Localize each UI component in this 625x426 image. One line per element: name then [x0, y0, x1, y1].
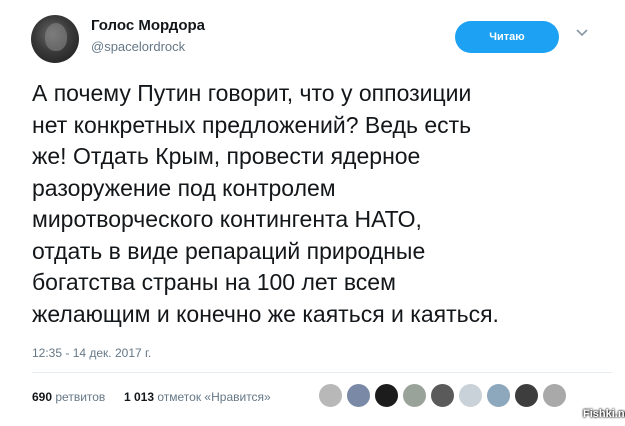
- tweet-line: миротворческого контингента НАТО,: [32, 206, 422, 232]
- following-button[interactable]: Читаю: [455, 21, 559, 53]
- liker-avatar[interactable]: [318, 383, 343, 408]
- tweet-line: нет конкретных предложений? Ведь есть: [32, 111, 472, 138]
- likes-count[interactable]: 1 013: [124, 390, 154, 404]
- likes-label[interactable]: отметок «Нравится»: [157, 390, 270, 404]
- tweet-line: отдать в виде репараций природные: [32, 237, 426, 264]
- liker-avatar[interactable]: [346, 383, 371, 408]
- retweets-count[interactable]: 690: [32, 390, 52, 404]
- tweet-line: богатства страны на 100 лет всем: [32, 269, 396, 295]
- liker-avatars: [318, 383, 570, 408]
- liker-avatar[interactable]: [542, 383, 567, 408]
- tweet-timestamp[interactable]: 12:35 - 14 дек. 2017 г.: [32, 346, 151, 360]
- divider: [32, 372, 612, 373]
- liker-avatar[interactable]: [486, 383, 511, 408]
- tweet-line: желающим и конечно же каяться и каяться.: [32, 300, 499, 327]
- liker-avatar[interactable]: [430, 383, 455, 408]
- liker-avatar[interactable]: [374, 383, 399, 408]
- chevron-down-icon[interactable]: [575, 26, 589, 40]
- tweet-line: А почему Путин говорит, что у оппозиции: [32, 80, 472, 106]
- retweets-label[interactable]: ретвитов: [55, 390, 105, 404]
- tweet-line: же! Отдать Крым, провести ядерное: [32, 143, 421, 169]
- author-avatar[interactable]: [31, 15, 79, 63]
- watermark-logo: Fishki.net: [583, 408, 625, 420]
- liker-avatar[interactable]: [514, 383, 539, 408]
- liker-avatar[interactable]: [458, 383, 483, 408]
- author-handle[interactable]: @spacelordrock: [91, 39, 185, 54]
- author-display-name[interactable]: Голос Мордора: [91, 17, 205, 34]
- tweet-text: А почему Путин говорит, что у оппозиции …: [32, 78, 612, 330]
- tweet-line: разоружение под контролем: [32, 174, 336, 201]
- liker-avatar[interactable]: [402, 383, 427, 408]
- tweet-header: Голос Мордора @spacelordrock Читаю: [0, 0, 625, 70]
- tweet-stats: 690 ретвитов 1 013 отметок «Нравится»: [32, 390, 271, 404]
